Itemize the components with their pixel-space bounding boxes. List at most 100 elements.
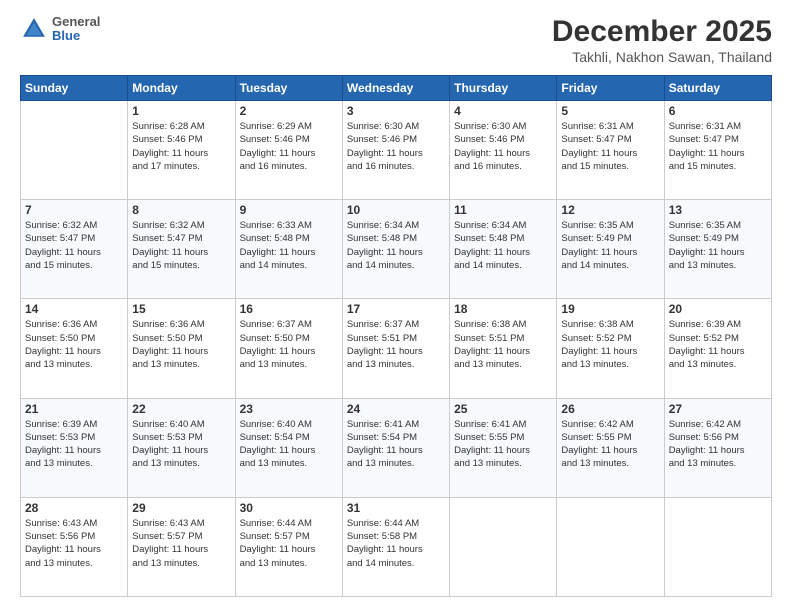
calendar-cell: 3Sunrise: 6:30 AMSunset: 5:46 PMDaylight… [342,101,449,200]
day-number: 14 [25,302,123,316]
calendar-cell: 17Sunrise: 6:37 AMSunset: 5:51 PMDayligh… [342,299,449,398]
col-thursday: Thursday [450,76,557,101]
day-number: 28 [25,501,123,515]
day-number: 9 [240,203,338,217]
col-monday: Monday [128,76,235,101]
day-info: Sunrise: 6:30 AMSunset: 5:46 PMDaylight:… [347,120,445,173]
day-info: Sunrise: 6:41 AMSunset: 5:55 PMDaylight:… [454,418,552,471]
day-info: Sunrise: 6:42 AMSunset: 5:56 PMDaylight:… [669,418,767,471]
day-number: 11 [454,203,552,217]
calendar-cell: 23 Sunrise: 6:40 AMSunset: 5:54 PMDayligh… [235,398,342,497]
day-info: Sunrise: 6:34 AMSunset: 5:48 PMDaylight:… [347,219,445,272]
day-info: Sunrise: 6:35 AMSunset: 5:49 PMDaylight:… [669,219,767,272]
day-number: 31 [347,501,445,515]
logo-general: General [52,15,100,29]
col-wednesday: Wednesday [342,76,449,101]
calendar-cell [450,497,557,596]
day-number: 29 [132,501,230,515]
week-row-3: 14 Sunrise: 6:36 AMSunset: 5:50 PMDayligh… [21,299,772,398]
week-row-1: 1 Sunrise: 6:28 AMSunset: 5:46 PMDaylight… [21,101,772,200]
day-info: Sunrise: 6:37 AMSunset: 5:50 PMDaylight:… [240,318,338,371]
day-number: 18 [454,302,552,316]
day-number: 26 [561,402,659,416]
day-number: 19 [561,302,659,316]
calendar-cell: 4Sunrise: 6:30 AMSunset: 5:46 PMDaylight… [450,101,557,200]
calendar-cell: 24Sunrise: 6:41 AMSunset: 5:54 PMDayligh… [342,398,449,497]
logo-icon [20,15,48,43]
calendar-cell: 25 Sunrise: 6:41 AMSunset: 5:55 PMDayligh… [450,398,557,497]
day-info: Sunrise: 6:40 AMSunset: 5:53 PMDaylight:… [132,418,230,471]
day-info: Sunrise: 6:31 AMSunset: 5:47 PMDaylight:… [669,120,767,173]
day-number: 16 [240,302,338,316]
day-info: Sunrise: 6:40 AMSunset: 5:54 PMDaylight:… [240,418,338,471]
day-number: 1 [132,104,230,118]
location: Takhli, Nakhon Sawan, Thailand [552,49,772,65]
calendar-cell: 5Sunrise: 6:31 AMSunset: 5:47 PMDaylight… [557,101,664,200]
day-info: Sunrise: 6:30 AMSunset: 5:46 PMDaylight:… [454,120,552,173]
day-number: 20 [669,302,767,316]
calendar-cell: 9 Sunrise: 6:33 AMSunset: 5:48 PMDaylight… [235,200,342,299]
page: General Blue December 2025 Takhli, Nakho… [0,0,792,612]
day-number: 13 [669,203,767,217]
day-number: 2 [240,104,338,118]
calendar-cell: 30 Sunrise: 6:44 AMSunset: 5:57 PMDayligh… [235,497,342,596]
day-number: 27 [669,402,767,416]
day-info: Sunrise: 6:35 AMSunset: 5:49 PMDaylight:… [561,219,659,272]
week-row-4: 21Sunrise: 6:39 AMSunset: 5:53 PMDayligh… [21,398,772,497]
day-info: Sunrise: 6:43 AMSunset: 5:56 PMDaylight:… [25,517,123,570]
day-info: Sunrise: 6:36 AMSunset: 5:50 PMDaylight:… [25,318,123,371]
calendar-cell: 8Sunrise: 6:32 AMSunset: 5:47 PMDaylight… [128,200,235,299]
calendar-cell: 6Sunrise: 6:31 AMSunset: 5:47 PMDaylight… [664,101,771,200]
day-number: 8 [132,203,230,217]
day-number: 21 [25,402,123,416]
day-info: Sunrise: 6:44 AMSunset: 5:58 PMDaylight:… [347,517,445,570]
calendar-cell: 18 Sunrise: 6:38 AMSunset: 5:51 PMDayligh… [450,299,557,398]
calendar-cell: 14 Sunrise: 6:36 AMSunset: 5:50 PMDayligh… [21,299,128,398]
day-number: 23 [240,402,338,416]
day-number: 24 [347,402,445,416]
calendar-cell: 27 Sunrise: 6:42 AMSunset: 5:56 PMDayligh… [664,398,771,497]
day-info: Sunrise: 6:38 AMSunset: 5:52 PMDaylight:… [561,318,659,371]
title-block: December 2025 Takhli, Nakhon Sawan, Thai… [552,15,772,65]
week-row-2: 7Sunrise: 6:32 AMSunset: 5:47 PMDaylight… [21,200,772,299]
day-info: Sunrise: 6:34 AMSunset: 5:48 PMDaylight:… [454,219,552,272]
calendar-cell: 2 Sunrise: 6:29 AMSunset: 5:46 PMDaylight… [235,101,342,200]
calendar-cell: 7Sunrise: 6:32 AMSunset: 5:47 PMDaylight… [21,200,128,299]
day-info: Sunrise: 6:43 AMSunset: 5:57 PMDaylight:… [132,517,230,570]
col-saturday: Saturday [664,76,771,101]
day-number: 30 [240,501,338,515]
calendar-cell: 26 Sunrise: 6:42 AMSunset: 5:55 PMDayligh… [557,398,664,497]
day-number: 12 [561,203,659,217]
day-info: Sunrise: 6:33 AMSunset: 5:48 PMDaylight:… [240,219,338,272]
day-number: 10 [347,203,445,217]
day-info: Sunrise: 6:32 AMSunset: 5:47 PMDaylight:… [25,219,123,272]
day-number: 22 [132,402,230,416]
col-sunday: Sunday [21,76,128,101]
day-info: Sunrise: 6:44 AMSunset: 5:57 PMDaylight:… [240,517,338,570]
calendar-cell: 10 Sunrise: 6:34 AMSunset: 5:48 PMDayligh… [342,200,449,299]
calendar-cell: 21Sunrise: 6:39 AMSunset: 5:53 PMDayligh… [21,398,128,497]
calendar-table: Sunday Monday Tuesday Wednesday Thursday… [20,75,772,597]
day-info: Sunrise: 6:38 AMSunset: 5:51 PMDaylight:… [454,318,552,371]
logo: General Blue [20,15,100,44]
day-number: 17 [347,302,445,316]
day-number: 5 [561,104,659,118]
day-info: Sunrise: 6:28 AMSunset: 5:46 PMDaylight:… [132,120,230,173]
calendar-cell [21,101,128,200]
calendar-cell: 28 Sunrise: 6:43 AMSunset: 5:56 PMDayligh… [21,497,128,596]
logo-text: General Blue [52,15,100,44]
calendar-cell: 15Sunrise: 6:36 AMSunset: 5:50 PMDayligh… [128,299,235,398]
calendar-cell: 19 Sunrise: 6:38 AMSunset: 5:52 PMDayligh… [557,299,664,398]
calendar-cell: 29 Sunrise: 6:43 AMSunset: 5:57 PMDayligh… [128,497,235,596]
month-title: December 2025 [552,15,772,49]
day-info: Sunrise: 6:42 AMSunset: 5:55 PMDaylight:… [561,418,659,471]
day-info: Sunrise: 6:39 AMSunset: 5:52 PMDaylight:… [669,318,767,371]
calendar-cell: 1 Sunrise: 6:28 AMSunset: 5:46 PMDaylight… [128,101,235,200]
calendar-cell: 16 Sunrise: 6:37 AMSunset: 5:50 PMDayligh… [235,299,342,398]
col-friday: Friday [557,76,664,101]
day-info: Sunrise: 6:36 AMSunset: 5:50 PMDaylight:… [132,318,230,371]
day-number: 25 [454,402,552,416]
logo-blue: Blue [52,29,100,43]
calendar-cell: 12 Sunrise: 6:35 AMSunset: 5:49 PMDayligh… [557,200,664,299]
day-info: Sunrise: 6:29 AMSunset: 5:46 PMDaylight:… [240,120,338,173]
